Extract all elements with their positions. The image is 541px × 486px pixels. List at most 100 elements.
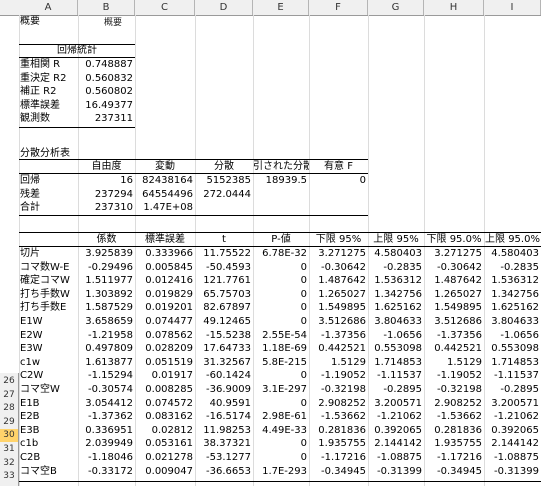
coef-data-cell[interactable]: -36.6653: [195, 465, 253, 478]
coef-header-cell[interactable]: t: [195, 233, 253, 246]
anova-header-cell[interactable]: 有意 F: [309, 160, 368, 173]
coef-data-cell[interactable]: 3.804633: [368, 315, 424, 328]
coef-data-cell[interactable]: 3.512686: [424, 315, 484, 328]
coef-header-cell[interactable]: 係数: [78, 233, 135, 246]
coef-data-cell[interactable]: -1.37356: [424, 329, 484, 342]
anova-data-cell[interactable]: [253, 188, 309, 201]
coef-data-cell[interactable]: -1.53662: [309, 410, 368, 423]
row-header-27[interactable]: 27: [0, 389, 18, 402]
coef-data-cell[interactable]: 0.051519: [135, 356, 195, 369]
coef-data-cell[interactable]: E2W: [19, 329, 78, 342]
coef-data-cell[interactable]: -0.29496: [78, 261, 135, 274]
coef-data-cell[interactable]: 11.98253: [195, 424, 253, 437]
coef-data-cell[interactable]: -0.2835: [484, 261, 541, 274]
coef-data-cell[interactable]: 2.908252: [309, 397, 368, 410]
coef-data-cell[interactable]: 1.549895: [309, 301, 368, 314]
coef-data-cell[interactable]: -1.37362: [78, 410, 135, 423]
anova-data-cell[interactable]: 0: [309, 174, 368, 187]
coef-data-cell[interactable]: -1.21958: [78, 329, 135, 342]
coef-data-cell[interactable]: 3.200571: [484, 397, 541, 410]
coef-data-cell[interactable]: 0: [253, 301, 309, 314]
coef-data-cell[interactable]: 0.392065: [484, 424, 541, 437]
coef-data-cell[interactable]: -0.2895: [484, 383, 541, 396]
coef-data-cell[interactable]: 0.281836: [309, 424, 368, 437]
coef-data-cell[interactable]: 82.67897: [195, 301, 253, 314]
coef-data-cell[interactable]: 確定コマW: [19, 274, 78, 287]
coef-data-cell[interactable]: 1.549895: [424, 301, 484, 314]
coef-data-cell[interactable]: 17.64733: [195, 342, 253, 355]
anova-data-cell[interactable]: 237294: [78, 188, 135, 201]
coef-data-cell[interactable]: 1.587529: [78, 301, 135, 314]
regression-stat-value[interactable]: 0.560802: [78, 85, 135, 98]
anova-data-cell[interactable]: [195, 201, 253, 214]
coef-data-cell[interactable]: 0.019829: [135, 288, 195, 301]
coef-data-cell[interactable]: 1.935755: [309, 437, 368, 450]
coef-data-cell[interactable]: C2B: [19, 451, 78, 464]
coef-data-cell[interactable]: 3.804633: [484, 315, 541, 328]
coef-data-cell[interactable]: 2.144142: [484, 437, 541, 450]
coef-header-cell[interactable]: 標準誤差: [135, 233, 195, 246]
row-header-31[interactable]: 31: [0, 443, 18, 456]
column-header-g[interactable]: G: [368, 0, 424, 15]
coef-data-cell[interactable]: 1.625162: [368, 301, 424, 314]
column-header-f[interactable]: F: [309, 0, 368, 15]
coef-data-cell[interactable]: 0: [253, 274, 309, 287]
anova-data-cell[interactable]: 237310: [78, 201, 135, 214]
coef-data-cell[interactable]: -1.11537: [368, 369, 424, 382]
coef-data-cell[interactable]: C2W: [19, 369, 78, 382]
coef-data-cell[interactable]: -0.32198: [424, 383, 484, 396]
column-header-a[interactable]: A: [19, 0, 78, 15]
coef-data-cell[interactable]: 1.935755: [424, 437, 484, 450]
anova-data-cell[interactable]: 18939.5: [253, 174, 309, 187]
coef-data-cell[interactable]: 打ち手数W: [19, 288, 78, 301]
coef-data-cell[interactable]: 0.021278: [135, 451, 195, 464]
coef-data-cell[interactable]: -1.15294: [78, 369, 135, 382]
coef-data-cell[interactable]: 0: [253, 261, 309, 274]
column-header-e[interactable]: E: [253, 0, 309, 15]
coef-data-cell[interactable]: 2.98E-61: [253, 410, 309, 423]
summary-title-cell[interactable]: 概要: [19, 15, 78, 28]
coef-data-cell[interactable]: -1.53662: [424, 410, 484, 423]
coef-data-cell[interactable]: 0.028209: [135, 342, 195, 355]
coef-data-cell[interactable]: -50.4593: [195, 261, 253, 274]
regression-stat-value[interactable]: 0.560832: [78, 72, 135, 85]
anova-data-cell[interactable]: 82438164: [135, 174, 195, 187]
anova-data-cell[interactable]: 回帰: [19, 174, 78, 187]
coef-data-cell[interactable]: 2.039949: [78, 437, 135, 450]
coef-data-cell[interactable]: 1.18E-69: [253, 342, 309, 355]
coef-data-cell[interactable]: -1.17216: [309, 451, 368, 464]
coef-data-cell[interactable]: 1.714853: [484, 356, 541, 369]
coef-data-cell[interactable]: E1W: [19, 315, 78, 328]
coef-data-cell[interactable]: -0.33172: [78, 465, 135, 478]
coef-data-cell[interactable]: 0: [253, 369, 309, 382]
row-header-30[interactable]: 30: [0, 429, 18, 443]
coef-header-cell[interactable]: 上限 95.0%: [484, 233, 541, 246]
coef-data-cell[interactable]: 1.342756: [368, 288, 424, 301]
coef-data-cell[interactable]: 49.12465: [195, 315, 253, 328]
coef-data-cell[interactable]: 2.908252: [424, 397, 484, 410]
regression-stat-label[interactable]: 重相関 R: [19, 58, 78, 71]
coef-data-cell[interactable]: -1.19052: [424, 369, 484, 382]
coef-data-cell[interactable]: コマ空W: [19, 383, 78, 396]
coef-data-cell[interactable]: -1.21062: [484, 410, 541, 423]
coef-data-cell[interactable]: 1.342756: [484, 288, 541, 301]
coef-data-cell[interactable]: -1.19052: [309, 369, 368, 382]
coef-data-cell[interactable]: 1.7E-293: [253, 465, 309, 478]
regression-stat-label[interactable]: 補正 R2: [19, 85, 78, 98]
anova-header-cell[interactable]: 引された分散: [253, 160, 309, 173]
coef-data-cell[interactable]: 0.019201: [135, 301, 195, 314]
coef-data-cell[interactable]: 121.7761: [195, 274, 253, 287]
coef-header-cell[interactable]: 上限 95%: [368, 233, 424, 246]
coef-data-cell[interactable]: 3.054412: [78, 397, 135, 410]
anova-data-cell[interactable]: 64554496: [135, 188, 195, 201]
anova-header-cell[interactable]: 分散: [195, 160, 253, 173]
coef-data-cell[interactable]: 0.083162: [135, 410, 195, 423]
row-header-26[interactable]: 26: [0, 375, 18, 388]
coef-header-cell[interactable]: 下限 95%: [309, 233, 368, 246]
coef-data-cell[interactable]: 1.5129: [424, 356, 484, 369]
anova-data-cell[interactable]: [309, 188, 368, 201]
coef-header-cell[interactable]: [19, 233, 78, 246]
coef-data-cell[interactable]: -1.21062: [368, 410, 424, 423]
anova-data-cell[interactable]: [253, 201, 309, 214]
coef-data-cell[interactable]: 1.265027: [309, 288, 368, 301]
